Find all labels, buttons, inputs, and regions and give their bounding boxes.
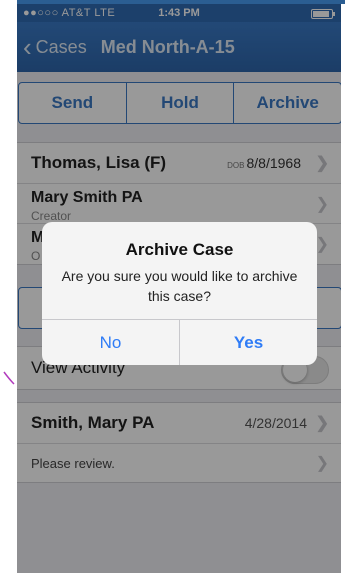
no-button[interactable]: No	[42, 320, 180, 365]
frame-left-margin	[0, 0, 17, 573]
pen-annotation-mark	[3, 371, 15, 385]
phone-screen: ●●○○○ AT&T LTE 1:43 PM ‹ Cases Med North…	[17, 4, 341, 573]
yes-button[interactable]: Yes	[180, 320, 317, 365]
dialog-buttons: No Yes	[42, 319, 317, 365]
archive-confirm-dialog: Archive Case Are you sure you would like…	[42, 222, 317, 365]
dialog-message: Are you sure you would like to archive t…	[61, 268, 298, 304]
dialog-title: Archive Case	[125, 240, 234, 259]
